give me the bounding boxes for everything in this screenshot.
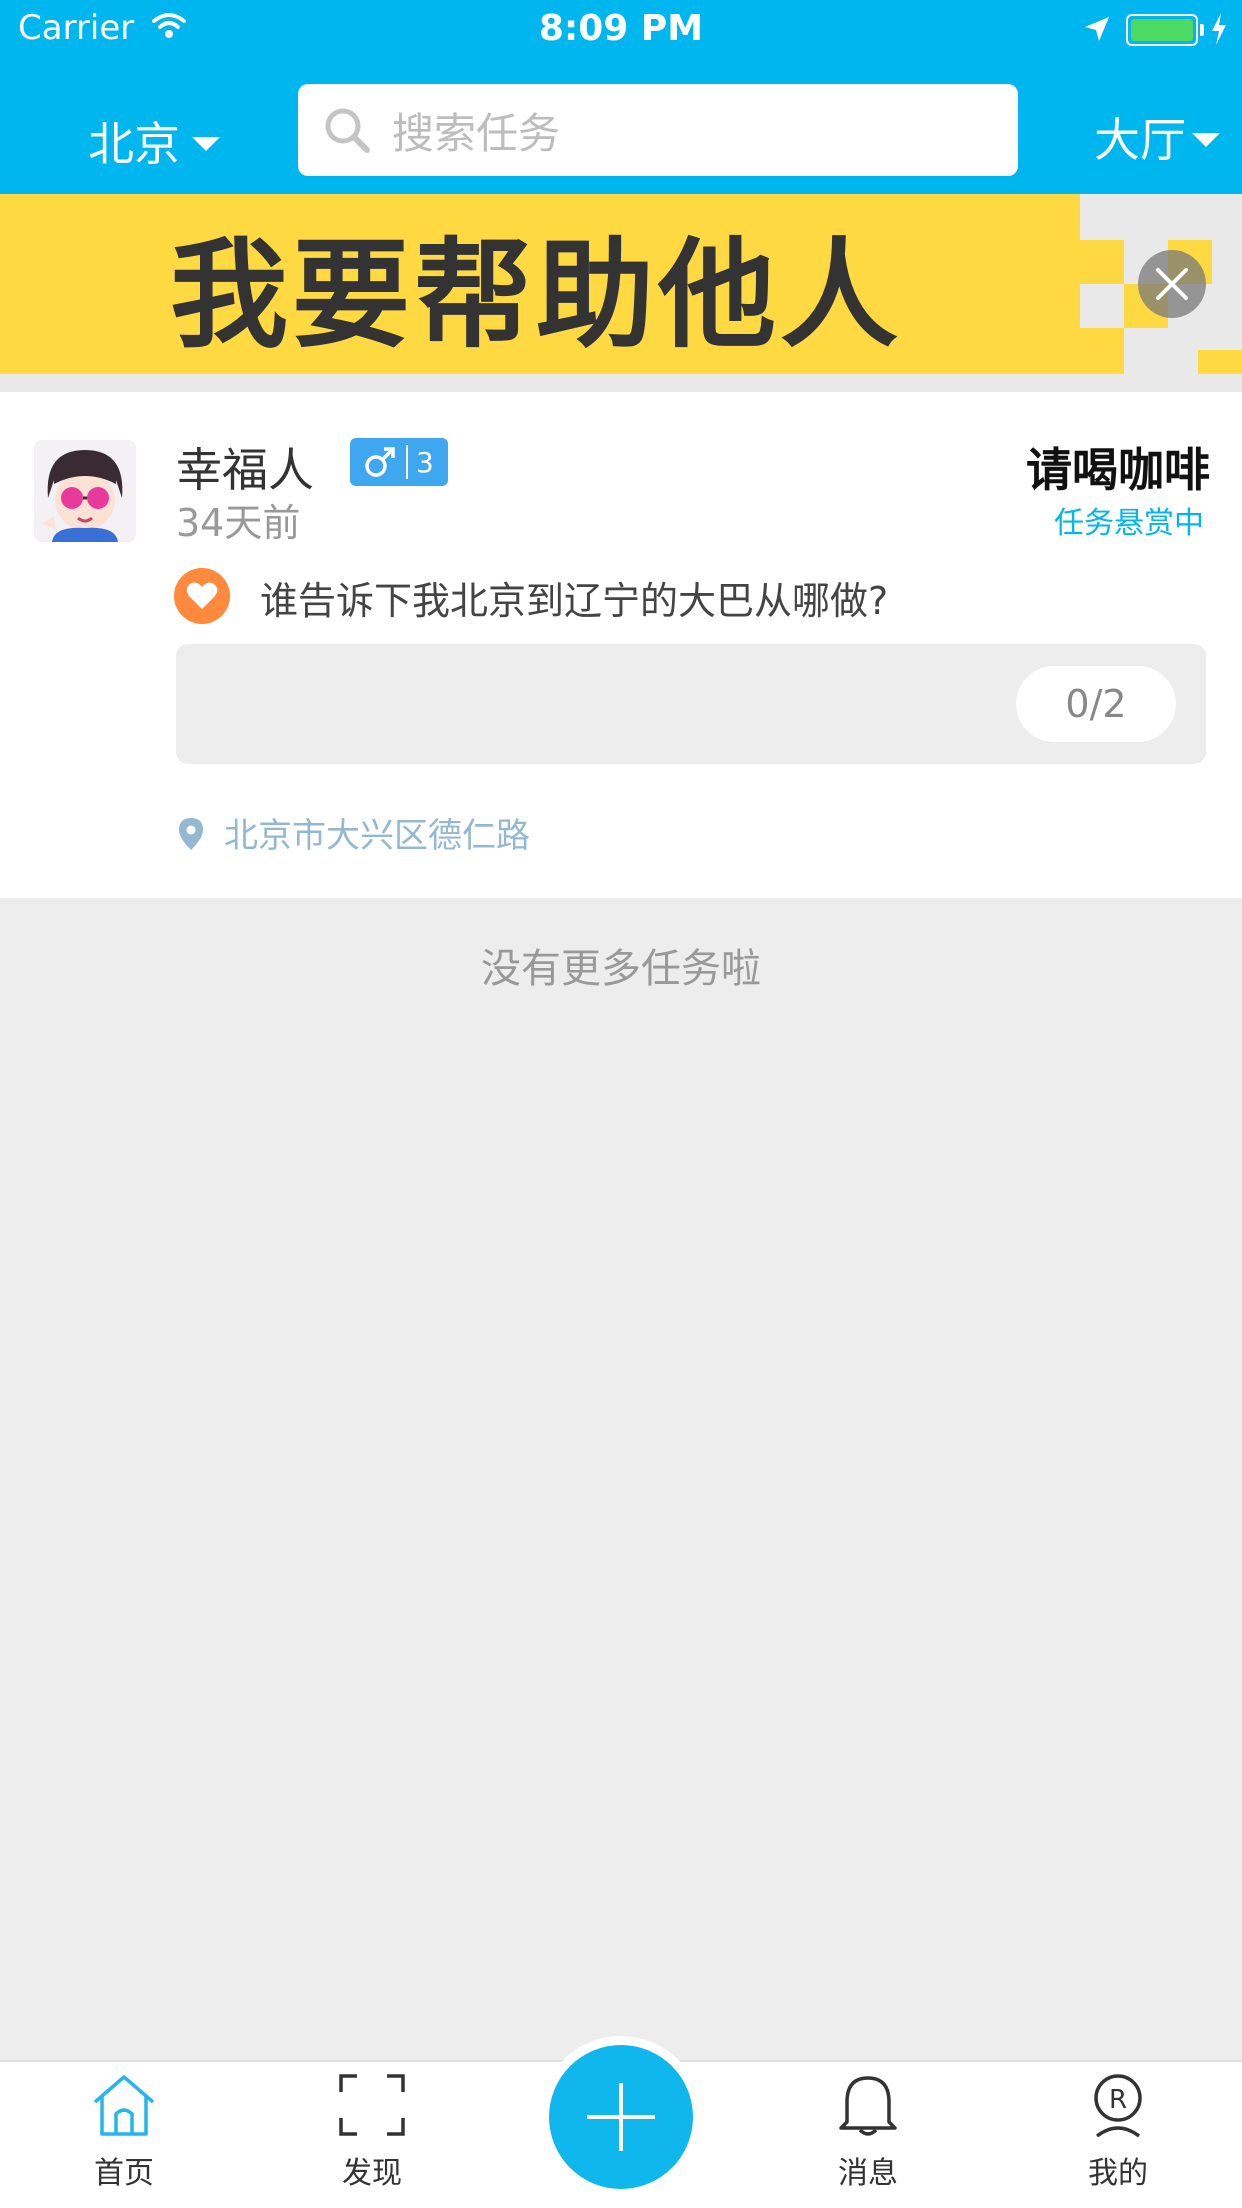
tab-messages[interactable]: 消息: [788, 2072, 948, 2192]
top-header: Carrier 8:09 PM 北京 搜索任务 大厅: [0, 0, 1242, 194]
search-icon: [325, 108, 370, 153]
city-selector[interactable]: 北京: [88, 108, 220, 174]
chevron-down-icon: [192, 137, 220, 151]
banner-close-button[interactable]: [1138, 250, 1206, 318]
hall-label: 大厅: [1094, 113, 1186, 167]
search-input[interactable]: 搜索任务: [298, 84, 1018, 176]
gender-level-badge: 3: [350, 438, 448, 486]
bell-icon: [839, 2076, 897, 2136]
location-arrow-icon: [1085, 17, 1109, 41]
tab-home[interactable]: 首页: [44, 2072, 204, 2192]
avatar-illustration: [34, 440, 136, 542]
battery-icon: [1126, 14, 1198, 46]
task-title: 谁告诉下我北京到辽宁的大巴从哪做?: [260, 579, 889, 623]
task-progress-box: 0/2: [176, 644, 1206, 764]
charging-bolt-icon: [1212, 13, 1226, 45]
scan-icon: [339, 2074, 405, 2136]
status-time: 8:09 PM: [538, 8, 704, 49]
male-icon: [365, 447, 395, 477]
promo-banner[interactable]: 我要帮助他人: [0, 194, 1242, 374]
tab-label: 消息: [838, 2156, 898, 2191]
hall-selector[interactable]: 大厅: [1094, 104, 1220, 170]
search-placeholder: 搜索任务: [392, 108, 561, 158]
banner-divider: [0, 374, 1242, 392]
chevron-down-icon: [1192, 133, 1220, 147]
banner-title: 我要帮助他人: [170, 226, 903, 364]
post-time: 34天前: [176, 501, 301, 545]
city-label: 北京: [88, 117, 180, 171]
profile-icon: R: [1094, 2074, 1142, 2138]
username: 幸福人: [176, 443, 314, 497]
tab-label: 我的: [1088, 2156, 1148, 2191]
svg-text:R: R: [1109, 2085, 1127, 2115]
tab-profile[interactable]: R 我的: [1038, 2072, 1198, 2192]
task-reward: 请喝咖啡: [1026, 443, 1210, 497]
tab-discover[interactable]: 发现: [292, 2072, 452, 2192]
location-pin-icon: [179, 818, 203, 850]
tab-label: 首页: [94, 2156, 154, 2191]
close-icon: [1156, 268, 1188, 300]
status-bar: Carrier 8:09 PM: [0, 0, 1242, 60]
battery-tip: [1200, 24, 1204, 36]
tab-label: 发现: [342, 2156, 402, 2191]
plus-icon: [587, 2083, 655, 2151]
participant-count: 0/2: [1016, 666, 1176, 742]
list-end-text: 没有更多任务啦: [481, 946, 761, 992]
heart-icon: [174, 568, 230, 624]
add-task-button[interactable]: [549, 2045, 693, 2189]
user-level: 3: [416, 445, 434, 479]
avatar[interactable]: [34, 440, 136, 542]
task-address: 北京市大兴区德仁路: [224, 816, 530, 856]
reward-status: 任务悬赏中: [1054, 506, 1204, 541]
task-card[interactable]: 幸福人 3 34天前 请喝咖啡 任务悬赏中 谁告诉下我北京到辽宁的大巴从哪做? …: [0, 392, 1242, 898]
home-icon: [93, 2075, 155, 2136]
